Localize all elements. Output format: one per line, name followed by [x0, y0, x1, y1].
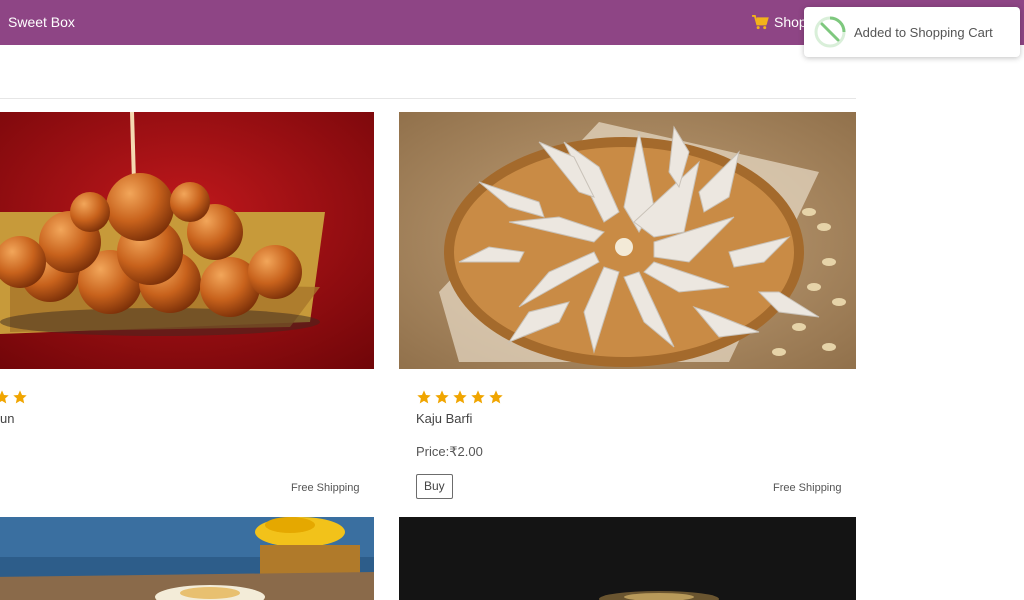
shopping-cart-link[interactable]: Shop — [752, 13, 807, 31]
product-image[interactable] — [399, 517, 856, 600]
star-icon — [471, 390, 485, 404]
product-card — [399, 517, 856, 600]
star-rating — [416, 389, 504, 405]
loading-spinner-icon — [814, 16, 846, 48]
product-card: Kaju Barfi Price:₹2.00 Buy Free Shipping — [399, 112, 856, 502]
star-rating — [0, 389, 28, 405]
toast-notification: Added to Shopping Cart — [804, 7, 1020, 57]
star-icon — [13, 390, 27, 404]
product-price: Price:₹2.00 — [416, 444, 483, 459]
product-image[interactable] — [0, 517, 374, 600]
star-icon — [453, 390, 467, 404]
star-icon — [0, 390, 9, 404]
star-icon — [489, 390, 503, 404]
shipping-label: Free Shipping — [773, 482, 842, 494]
shopping-cart-icon — [752, 14, 769, 29]
star-icon — [417, 390, 431, 404]
star-icon — [435, 390, 449, 404]
shipping-label: Free Shipping — [291, 482, 360, 494]
product-card: un Free Shipping — [0, 112, 374, 502]
product-card — [0, 517, 374, 600]
product-image-kaju-barfi[interactable] — [399, 112, 856, 369]
product-name: Kaju Barfi — [416, 411, 473, 426]
brand-link[interactable]: Sweet Box — [8, 14, 75, 30]
buy-button[interactable]: Buy — [416, 474, 453, 499]
product-image-gulab-jamun[interactable] — [0, 112, 374, 369]
header-divider — [0, 98, 856, 99]
product-name: un — [0, 411, 15, 426]
cart-label: Shop — [774, 14, 807, 30]
toast-message: Added to Shopping Cart — [854, 25, 993, 40]
